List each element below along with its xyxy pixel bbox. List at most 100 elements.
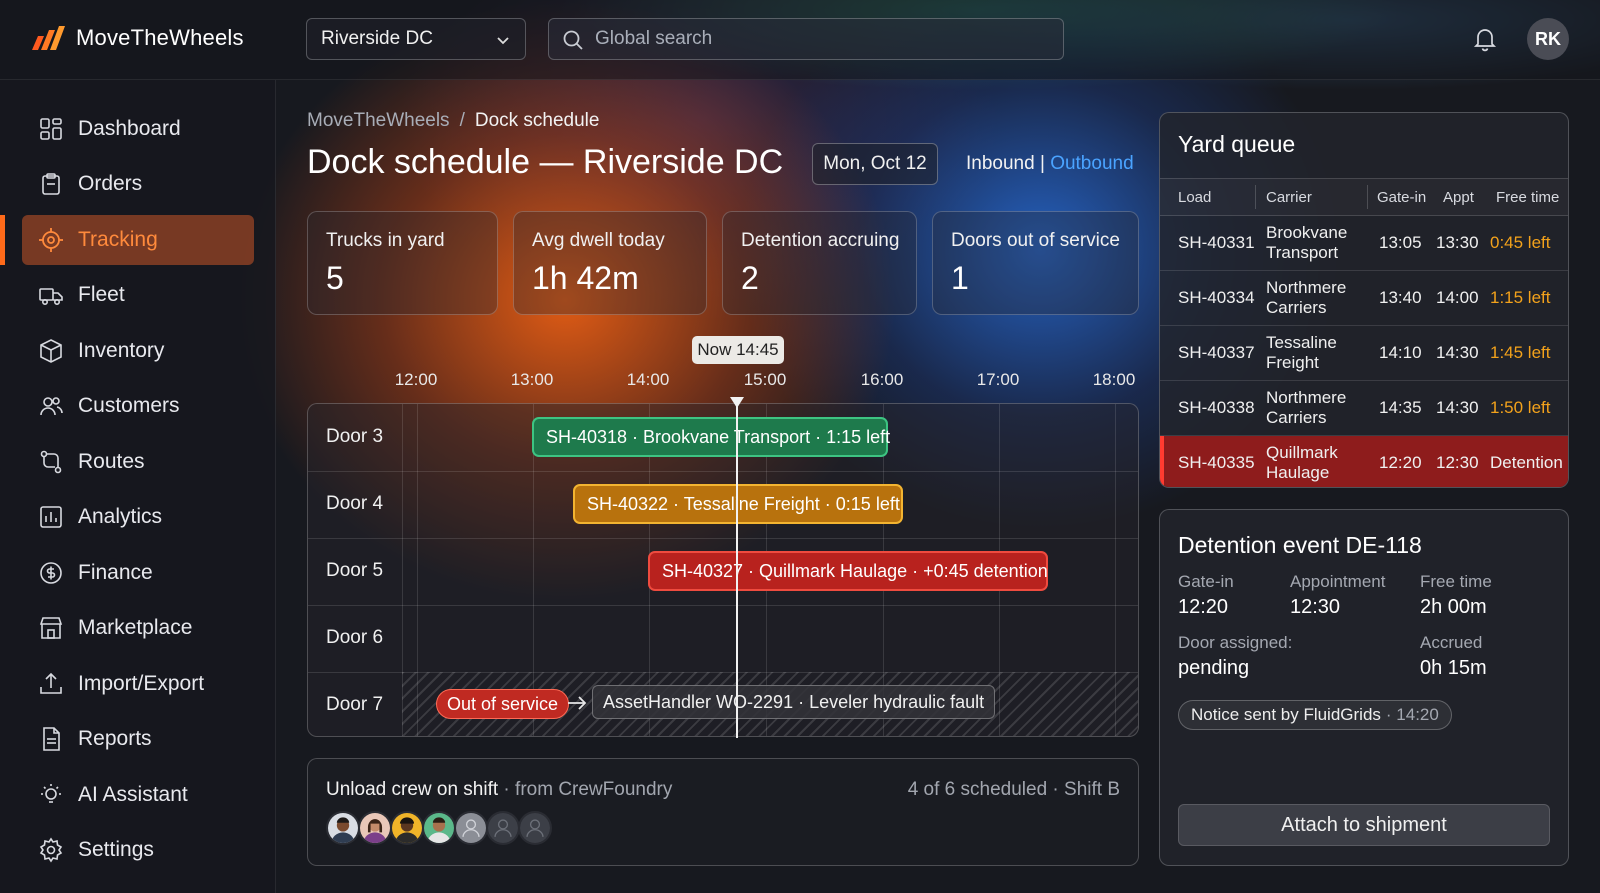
column-header[interactable]: Carrier (1266, 189, 1312, 206)
booking-bar[interactable]: SH-40327 · Quillmark Haulage · +0:45 det… (648, 551, 1048, 591)
load-id: SH-40337 (1178, 343, 1255, 362)
kpi-card-detention[interactable]: Detention accruing 2 (722, 211, 917, 315)
kpi-card-doors-out-of-service[interactable]: Doors out of service 1 (932, 211, 1139, 315)
site-selector[interactable]: Riverside DC (306, 18, 526, 60)
yard-queue-row-detention[interactable]: SH-40335 Quillmark Haulage 12:20 12:30 D… (1160, 436, 1568, 487)
appointment-time: 14:30 (1436, 343, 1479, 362)
yard-queue-row[interactable]: SH-40334 Northmere Carriers 13:40 14:00 … (1160, 271, 1568, 326)
sidebar-item-marketplace[interactable]: Marketplace (22, 603, 254, 653)
column-header[interactable]: Free time (1496, 189, 1559, 206)
truck-icon (39, 288, 63, 305)
crew-avatars (326, 811, 552, 845)
kpi-value: 1 (951, 260, 969, 296)
field-label: Appointment (1290, 572, 1386, 591)
carrier-name: Brookvane Transport (1266, 223, 1348, 262)
sidebar-item-inventory[interactable]: Inventory (22, 326, 254, 376)
sidebar-item-routes[interactable]: Routes (22, 437, 254, 487)
load-id: SH-40338 (1178, 398, 1255, 417)
site-selector-value: Riverside DC (321, 28, 433, 49)
arrow-right-icon (568, 696, 587, 710)
bell-icon[interactable] (1473, 26, 1497, 52)
sidebar-item-tracking[interactable]: Tracking (22, 215, 254, 265)
kpi-label: Trucks in yard (326, 230, 445, 251)
notice-chip[interactable]: Notice sent by FluidGrids · 14:20 (1178, 700, 1452, 730)
sidebar-item-fleet[interactable]: Fleet (22, 270, 254, 320)
box-icon (40, 339, 62, 363)
global-search-input[interactable]: Global search (548, 18, 1064, 60)
yard-queue-row[interactable]: SH-40331 Brookvane Transport 13:05 13:30… (1160, 216, 1568, 271)
appointment-time: 13:30 (1436, 233, 1479, 252)
yard-queue-header: Load Carrier Gate-in Appt Free time (1160, 178, 1568, 216)
crew-avatar[interactable] (326, 811, 360, 845)
sidebar-item-reports[interactable]: Reports (22, 714, 254, 764)
user-avatar[interactable]: RK (1527, 18, 1569, 60)
route-icon (40, 450, 62, 474)
free-time: 1:45 left (1490, 343, 1551, 362)
inbound-toggle[interactable]: Inbound (966, 153, 1035, 174)
appointment-field: Appointment 12:30 (1290, 572, 1385, 619)
unload-crew-card: Unload crew on shift · from CrewFoundry … (307, 758, 1139, 866)
detention-title: Detention event DE-118 (1178, 532, 1422, 558)
kpi-card-avg-dwell[interactable]: Avg dwell today 1h 42m (513, 211, 707, 315)
carrier-name: Northmere Carriers (1266, 388, 1347, 427)
field-value: 12:30 (1290, 596, 1341, 618)
sidebar-item-analytics[interactable]: Analytics (22, 492, 254, 542)
crew-avatar[interactable] (390, 811, 424, 845)
time-tick: 13:00 (510, 370, 554, 389)
sidebar-item-label: Orders (78, 172, 143, 195)
sidebar-item-label: Finance (78, 561, 153, 584)
column-header[interactable]: Load (1178, 189, 1211, 206)
load-id: SH-40331 (1178, 233, 1255, 252)
door-assigned-field: Door assigned: pending (1178, 633, 1292, 680)
work-order-chip[interactable]: AssetHandler WO-2291 · Leveler hydraulic… (592, 685, 996, 719)
crew-avatar[interactable] (358, 811, 392, 845)
yard-queue-row[interactable]: SH-40338 Northmere Carriers 14:35 14:30 … (1160, 381, 1568, 436)
dock-schedule-grid: Door 3 Door 4 Door 5 Door 6 Door 7 SH-40… (307, 403, 1139, 737)
column-header[interactable]: Gate-in (1377, 189, 1426, 206)
kpi-value: 1h 42m (532, 260, 639, 296)
users-icon (40, 397, 63, 416)
crew-avatar-placeholder[interactable] (518, 811, 552, 845)
time-tick: 17:00 (976, 370, 1020, 389)
lightbulb-icon (41, 784, 61, 803)
crew-avatar-placeholder[interactable] (454, 811, 488, 845)
field-label: Gate-in (1178, 572, 1234, 591)
breadcrumb-root[interactable]: MoveTheWheels (307, 110, 450, 131)
sidebar-item-orders[interactable]: Orders (22, 159, 254, 209)
page-title: Dock schedule — Riverside DC (307, 143, 784, 181)
column-header[interactable]: Appt (1443, 189, 1474, 206)
booking-bar[interactable]: SH-40322 · Tessaline Freight · 0:15 left (573, 484, 903, 524)
gate-in-time: 12:20 (1379, 453, 1422, 472)
column-divider (1367, 185, 1368, 209)
sidebar-item-customers[interactable]: Customers (22, 381, 254, 431)
outbound-toggle[interactable]: Outbound (1050, 153, 1133, 174)
crew-source[interactable]: · from CrewFoundry (498, 779, 672, 800)
toggle-separator: | (1034, 153, 1051, 174)
sidebar-item-dashboard[interactable]: Dashboard (22, 104, 254, 154)
time-tick: 18:00 (1092, 370, 1136, 389)
app-shell: MoveTheWheels Riverside DC Global search… (0, 0, 1600, 893)
active-nav-indicator (0, 215, 5, 265)
sidebar-item-ai-assistant[interactable]: AI Assistant (22, 770, 254, 820)
gate-in-time: 14:35 (1379, 398, 1422, 417)
booking-bar[interactable]: SH-40318 · Brookvane Transport · 1:15 le… (532, 417, 890, 457)
sidebar-item-finance[interactable]: Finance (22, 548, 254, 598)
crew-avatar[interactable] (422, 811, 456, 845)
yard-queue-row[interactable]: SH-40337 Tessaline Freight 14:10 14:30 1… (1160, 326, 1568, 381)
crew-avatar-placeholder[interactable] (486, 811, 520, 845)
attach-to-shipment-button[interactable]: Attach to shipment (1178, 804, 1550, 846)
sidebar-item-settings[interactable]: Settings (22, 825, 254, 875)
out-of-service-badge[interactable]: Out of service (436, 689, 570, 719)
time-tick: 14:00 (626, 370, 670, 389)
sidebar-item-import-export[interactable]: Import/Export (22, 659, 254, 709)
date-picker-button[interactable]: Mon, Oct 12 (812, 143, 938, 185)
field-value: 0h 15m (1420, 657, 1487, 679)
column-divider (1255, 185, 1256, 209)
gate-in-time: 13:05 (1379, 233, 1422, 252)
kpi-card-trucks-in-yard[interactable]: Trucks in yard 5 (307, 211, 498, 315)
app-logo[interactable]: MoveTheWheels (30, 22, 244, 54)
crew-title: Unload crew on shift (326, 779, 499, 800)
sidebar-item-label: Inventory (78, 339, 165, 362)
breadcrumb: MoveTheWheels / Dock schedule (307, 110, 599, 132)
appointment-time: 12:30 (1436, 453, 1479, 472)
